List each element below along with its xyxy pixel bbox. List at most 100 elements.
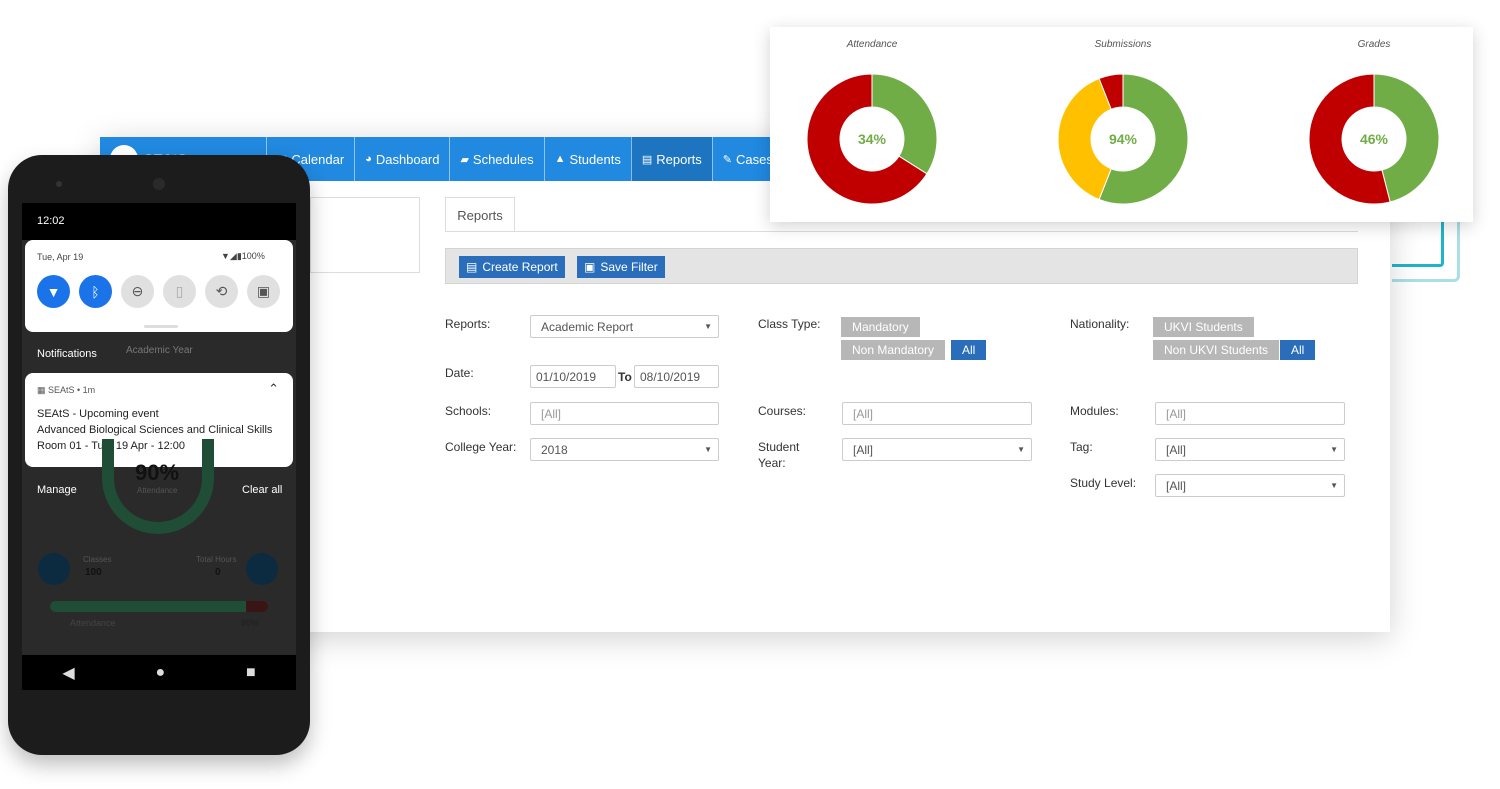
notification-title: SEAtS - Upcoming event bbox=[37, 408, 159, 420]
modules-label: Modules: bbox=[1070, 404, 1119, 418]
courses-label: Courses: bbox=[758, 404, 807, 418]
caret-down-icon: ▼ bbox=[704, 445, 712, 454]
hours-label: Total Hours bbox=[196, 555, 237, 564]
schools-input[interactable]: [All] bbox=[530, 402, 719, 425]
bg-header: Academic Year bbox=[126, 345, 193, 356]
donut-charts bbox=[806, 73, 1440, 205]
clock: 12:02 bbox=[37, 215, 65, 227]
graduation-cap-icon: ▲ bbox=[554, 153, 566, 165]
notification-line: Advanced Biological Sciences and Clinica… bbox=[37, 424, 273, 436]
nav-label: Schedules bbox=[472, 151, 534, 167]
phone-screen: 12:02 Tue, Apr 19 ▼◢▮100% ▼ ᛒ ⊖ ▯ ⟲ ▣ No… bbox=[22, 203, 296, 690]
chart-title: Attendance bbox=[846, 39, 898, 50]
bar-value: 90% bbox=[241, 618, 260, 628]
hours-value: 0 bbox=[215, 567, 221, 578]
decorative-line bbox=[1392, 220, 1444, 267]
recents-icon[interactable]: ■ bbox=[246, 664, 256, 682]
speaker bbox=[153, 178, 165, 190]
nav-label: Students bbox=[569, 151, 621, 167]
clear-all-button[interactable]: Clear all bbox=[242, 484, 282, 496]
toolbar: ▤ Create Report ▣ Save Filter bbox=[445, 248, 1358, 284]
class-type-all[interactable]: All bbox=[951, 340, 987, 360]
calendar-icon: ▦ bbox=[37, 385, 49, 395]
file-icon: ▤ bbox=[466, 260, 478, 274]
class-type-non-mandatory[interactable]: Non Mandatory bbox=[841, 340, 946, 360]
study-level-select[interactable]: [All] ▼ bbox=[1155, 474, 1345, 497]
android-navbar: ◀ ● ■ bbox=[22, 655, 296, 690]
date-from-input[interactable]: 01/10/2019 bbox=[530, 365, 616, 388]
status-icons: ▼◢▮100% bbox=[221, 251, 265, 262]
notifications-label: Notifications bbox=[37, 348, 97, 360]
bg-attendance-value: 90% bbox=[135, 460, 180, 485]
tag-value: [All] bbox=[1166, 442, 1187, 457]
home-icon[interactable]: ● bbox=[155, 664, 165, 682]
bg-attendance-label: Attendance bbox=[137, 486, 178, 495]
quick-settings: Tue, Apr 19 ▼◢▮100% ▼ ᛒ ⊖ ▯ ⟲ ▣ bbox=[25, 240, 293, 332]
signal-icon: ◢ bbox=[229, 251, 237, 261]
save-filter-button[interactable]: ▣ Save Filter bbox=[577, 256, 665, 278]
study-level-label: Study Level: bbox=[1070, 476, 1137, 490]
drag-handle[interactable] bbox=[144, 325, 178, 328]
date-to-label: To bbox=[618, 370, 632, 384]
stopwatch-icon bbox=[246, 553, 278, 585]
manage-button[interactable]: Manage bbox=[37, 484, 77, 496]
nav-label: Dashboard bbox=[375, 151, 440, 167]
courses-input[interactable]: [All] bbox=[842, 402, 1032, 425]
caret-down-icon: ▼ bbox=[1017, 445, 1025, 454]
do-not-disturb-icon[interactable]: ⊖ bbox=[121, 275, 154, 308]
bar-label: Attendance bbox=[70, 618, 116, 628]
date: Tue, Apr 19 bbox=[37, 252, 84, 262]
attendance-progress bbox=[50, 601, 268, 612]
classes-label: Classes bbox=[83, 555, 112, 564]
battery-level: 100% bbox=[241, 251, 265, 261]
create-report-button[interactable]: ▤ Create Report bbox=[459, 256, 565, 278]
date-label: Date: bbox=[445, 366, 474, 380]
student-year-label: Student Year: bbox=[758, 440, 800, 470]
student-year-value: [All] bbox=[853, 442, 874, 457]
dashboard-icon: ◕ bbox=[365, 153, 372, 165]
save-filter-label: Save Filter bbox=[600, 260, 658, 274]
chart-center-label: 94% bbox=[1108, 131, 1138, 147]
nav-students[interactable]: ▲ Students bbox=[543, 137, 631, 181]
reports-value: Academic Report bbox=[541, 319, 634, 334]
donut-slice bbox=[871, 73, 938, 175]
nationality-label: Nationality: bbox=[1070, 317, 1130, 331]
wifi-icon[interactable]: ▼ bbox=[37, 275, 70, 308]
nav-reports[interactable]: ▤ Reports bbox=[630, 137, 712, 181]
nationality-ukvi[interactable]: UKVI Students bbox=[1153, 317, 1254, 337]
camera bbox=[56, 181, 62, 187]
reports-label: Reports: bbox=[445, 317, 491, 331]
caret-down-icon: ▼ bbox=[1330, 481, 1338, 490]
nav-schedules[interactable]: ▰ Schedules bbox=[449, 137, 543, 181]
nav-label: Reports bbox=[656, 151, 702, 167]
wifi-icon: ▼ bbox=[221, 251, 230, 261]
bluetooth-icon[interactable]: ᛒ bbox=[79, 275, 112, 308]
nationality-non-ukvi[interactable]: Non UKVI Students bbox=[1153, 340, 1280, 360]
schools-label: Schools: bbox=[445, 404, 492, 418]
back-icon[interactable]: ◀ bbox=[62, 663, 74, 683]
side-panel bbox=[310, 197, 420, 273]
study-level-value: [All] bbox=[1166, 478, 1187, 493]
classes-value: 100 bbox=[85, 567, 102, 578]
tab-reports[interactable]: Reports bbox=[445, 197, 515, 232]
reports-select[interactable]: Academic Report ▼ bbox=[530, 315, 719, 338]
auto-rotate-icon[interactable]: ⟲ bbox=[205, 275, 238, 308]
battery-saver-icon[interactable]: ▣ bbox=[247, 275, 280, 308]
class-type-mandatory[interactable]: Mandatory bbox=[841, 317, 920, 337]
student-year-select[interactable]: [All] ▼ bbox=[842, 438, 1032, 461]
date-to-input[interactable]: 08/10/2019 bbox=[634, 365, 719, 388]
chevron-up-icon[interactable]: ⌃ bbox=[268, 381, 279, 397]
tag-select[interactable]: [All] ▼ bbox=[1155, 438, 1345, 461]
edit-icon: ✎ bbox=[722, 153, 732, 166]
tag-label: Tag: bbox=[1070, 440, 1093, 454]
nationality-all[interactable]: All bbox=[1280, 340, 1316, 360]
class-type-label: Class Type: bbox=[758, 317, 821, 331]
nav-dashboard[interactable]: ◕ Dashboard bbox=[354, 137, 449, 181]
classes-icon bbox=[38, 553, 70, 585]
college-year-select[interactable]: 2018 ▼ bbox=[530, 438, 719, 461]
notification-app: SEAtS • 1m bbox=[48, 385, 96, 395]
modules-input[interactable]: [All] bbox=[1155, 402, 1345, 425]
chart-title: Submissions bbox=[1094, 39, 1152, 50]
flashlight-icon[interactable]: ▯ bbox=[163, 275, 196, 308]
caret-down-icon: ▼ bbox=[704, 322, 712, 331]
